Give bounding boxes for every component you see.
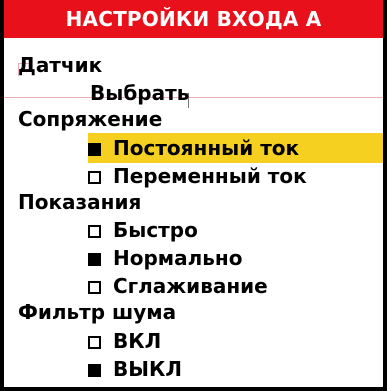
coupling-option-label: Постоянный ток [113, 136, 300, 160]
checkbox-unchecked-icon [88, 171, 101, 184]
noise-filter-section-label: Фильтр шума [18, 300, 177, 324]
checkbox-checked-icon [88, 143, 101, 156]
sensor-section-label: Датчик [18, 53, 103, 77]
readings-option-label: Быстро [113, 218, 198, 242]
noise-filter-option-label: ВЫКЛ [113, 357, 182, 381]
readings-option-fast[interactable]: Быстро [88, 215, 383, 245]
readings-option-label: Нормально [113, 246, 243, 270]
checkbox-checked-icon [88, 364, 101, 377]
readings-option-normal[interactable]: Нормально [88, 243, 383, 273]
noise-filter-option-label: ВКЛ [113, 329, 162, 353]
noise-filter-option-off[interactable]: ВЫКЛ [88, 354, 383, 384]
checkbox-checked-icon [88, 253, 101, 266]
checkbox-unchecked-icon [88, 225, 101, 238]
readings-section-label: Показания [18, 190, 142, 214]
settings-panel: НАСТРОЙКИ ВХОДА А Датчик Выбрать Сопряже… [0, 0, 387, 391]
coupling-section-label: Сопряжение [18, 107, 163, 131]
coupling-option-dc[interactable]: Постоянный ток [88, 133, 383, 163]
noise-filter-option-on[interactable]: ВКЛ [88, 326, 383, 356]
coupling-option-label: Переменный ток [113, 164, 307, 188]
checkbox-unchecked-icon [88, 281, 101, 294]
readings-option-label: Сглаживание [113, 274, 268, 298]
checkbox-unchecked-icon [88, 336, 101, 349]
panel-title: НАСТРОЙКИ ВХОДА А [4, 0, 383, 38]
